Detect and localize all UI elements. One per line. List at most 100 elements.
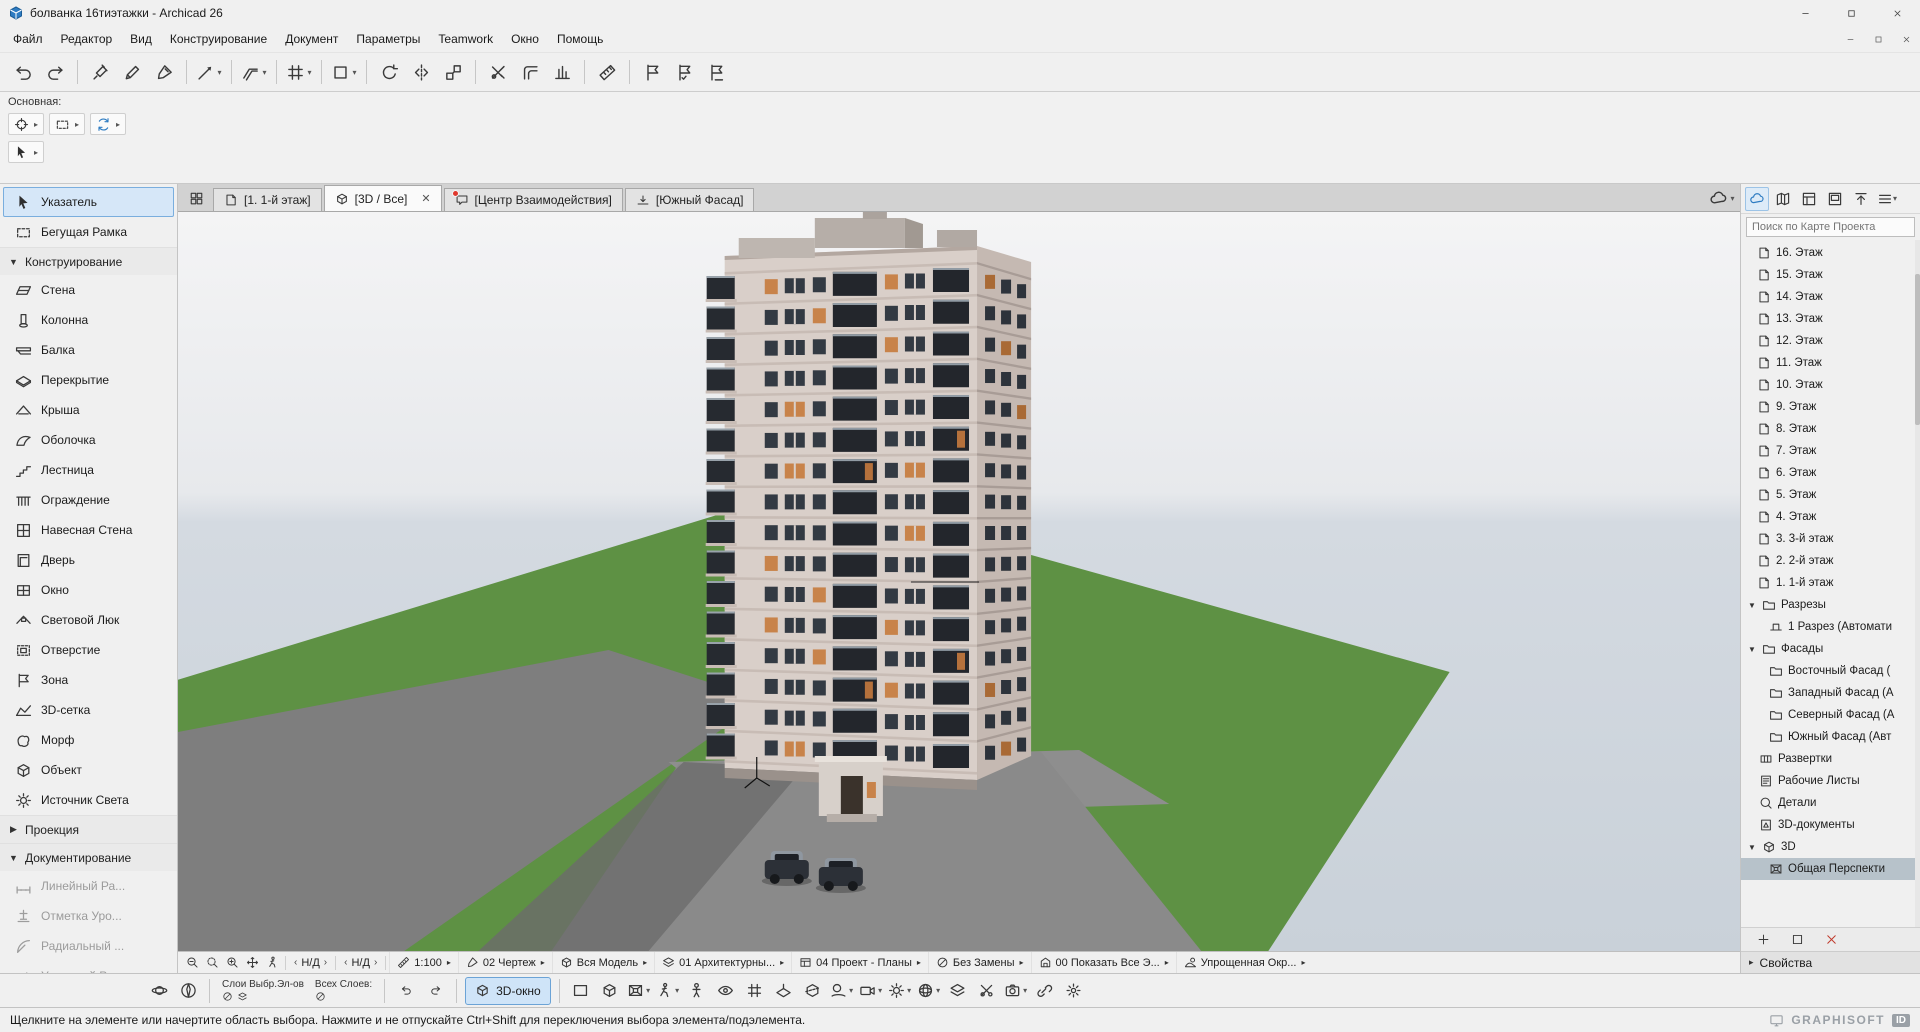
document-minimize-button[interactable]: [1836, 26, 1864, 52]
toolbar-measure-button[interactable]: [592, 57, 622, 87]
navigator-item-14[interactable]: 3. 3-й этаж: [1741, 528, 1920, 550]
view-walk-button[interactable]: ▾: [655, 977, 681, 1005]
next-button[interactable]: ›: [374, 957, 377, 968]
navigator-item-15[interactable]: 2. 2-й этаж: [1741, 550, 1920, 572]
toolbar-flag3-button[interactable]: [701, 57, 731, 87]
navigator-item-19[interactable]: ▼Фасады: [1741, 638, 1920, 660]
navigator-item-23[interactable]: Южный Фасад (Авт: [1741, 726, 1920, 748]
collapse-arrow-icon[interactable]: ▼: [1747, 601, 1757, 610]
infobox-sync-button[interactable]: ▸: [90, 113, 126, 135]
view-cut3d-button[interactable]: [800, 977, 826, 1005]
menu-item-1[interactable]: Файл: [4, 28, 52, 50]
sololayer-button[interactable]: [237, 991, 248, 1002]
quick-zoomin-button[interactable]: [222, 954, 242, 972]
toolbar-intersect-button[interactable]: [515, 57, 545, 87]
tool-slab-button[interactable]: Перекрытие: [3, 365, 174, 395]
navigator-item-16[interactable]: 1. 1-й этаж: [1741, 572, 1920, 594]
menu-item-8[interactable]: Окно: [502, 28, 548, 50]
tool-light-button[interactable]: Источник Света: [3, 785, 174, 815]
quick-option-8[interactable]: Упрощенная Окр...▸: [1176, 952, 1313, 973]
tab-3[interactable]: [Центр Взаимодействия]: [444, 188, 623, 211]
navigator-item-28[interactable]: ▼3D: [1741, 836, 1920, 858]
tool-column-button[interactable]: Колонна: [3, 305, 174, 335]
tool-curtain-button[interactable]: Навесная Стена: [3, 515, 174, 545]
view-plane-button[interactable]: [771, 977, 797, 1005]
tool-zone-button[interactable]: Зона: [3, 665, 174, 695]
toolbar-boxsel-button[interactable]: ▾: [329, 57, 359, 87]
scrollbar-thumb[interactable]: [1915, 274, 1920, 425]
hidelayer-button[interactable]: [315, 991, 326, 1002]
document-close-button[interactable]: [1892, 26, 1920, 52]
menu-item-7[interactable]: Teamwork: [429, 28, 502, 50]
quick-option-1[interactable]: 1:100▸: [389, 952, 458, 973]
menu-item-9[interactable]: Помощь: [548, 28, 612, 50]
next-button[interactable]: ›: [324, 957, 327, 968]
tool-morph-button[interactable]: Морф: [3, 725, 174, 755]
tab-4[interactable]: [Южный Фасад]: [625, 188, 755, 211]
tool-wall-button[interactable]: Стена: [3, 275, 174, 305]
quick-walkq-button[interactable]: [262, 954, 282, 972]
toolbar-undo-button[interactable]: [8, 57, 38, 87]
tool-dimrad-button[interactable]: Радиальный ...: [3, 931, 174, 961]
prev-button[interactable]: ‹: [294, 957, 297, 968]
view-orbit-button[interactable]: [146, 977, 172, 1005]
navigator-item-29[interactable]: Общая Перспекти: [1741, 858, 1920, 880]
navigator-item-20[interactable]: Восточный Фасад (: [1741, 660, 1920, 682]
navigator-search-input[interactable]: [1746, 217, 1915, 237]
toolbar-flag2-button[interactable]: [669, 57, 699, 87]
navigator-scrollbar[interactable]: [1915, 240, 1920, 927]
tool-railing-button[interactable]: Ограждение: [3, 485, 174, 515]
navigator-layoutbook-button[interactable]: [1823, 187, 1847, 211]
tool-marquee-button[interactable]: Бегущая Рамка: [3, 217, 174, 247]
tool-mesh-button[interactable]: 3D-сетка: [3, 695, 174, 725]
tab-1[interactable]: [1. 1-й этаж]: [213, 188, 322, 211]
view-sphere-button[interactable]: ▾: [916, 977, 942, 1005]
view-gridtool-button[interactable]: [742, 977, 768, 1005]
current-tool-display[interactable]: ▸: [8, 141, 44, 163]
tool-dimlin-button[interactable]: Линейный Ра...: [3, 871, 174, 901]
view-person-button[interactable]: [684, 977, 710, 1005]
navigator-item-5[interactable]: 12. Этаж: [1741, 330, 1920, 352]
prev-button[interactable]: ‹: [344, 957, 347, 968]
quick-option-2[interactable]: 02 Чертеж▸: [458, 952, 552, 973]
view-frame-button[interactable]: [568, 977, 594, 1005]
tool-skylight-button[interactable]: Световой Люк: [3, 605, 174, 635]
toolbar-rotate-button[interactable]: [374, 57, 404, 87]
collapse-arrow-icon[interactable]: ▼: [1747, 843, 1757, 852]
toolbox-section-22[interactable]: ▶Проекция: [0, 815, 177, 843]
collapse-arrow-icon[interactable]: ▼: [1747, 645, 1757, 654]
tool-object-button[interactable]: Объект: [3, 755, 174, 785]
infobox-marquee-button[interactable]: ▸: [49, 113, 85, 135]
document-restore-button[interactable]: [1864, 26, 1892, 52]
navigator-menu-button[interactable]: ▾: [1875, 187, 1899, 211]
toolbar-redo-button[interactable]: [40, 57, 70, 87]
3d-scene[interactable]: [178, 212, 1740, 951]
view-explore-button[interactable]: [175, 977, 201, 1005]
quick-option-5[interactable]: 04 Проект - Планы▸: [791, 952, 928, 973]
tool-dimlevel-button[interactable]: Отметка Уро...: [3, 901, 174, 931]
toolbar-split-button[interactable]: [483, 57, 513, 87]
tool-roof-button[interactable]: Крыша: [3, 395, 174, 425]
toolbar-offset-button[interactable]: ▾: [239, 57, 269, 87]
navigator-item-12[interactable]: 5. Этаж: [1741, 484, 1920, 506]
quick-option-7[interactable]: 00 Показать Все Э...▸: [1031, 952, 1176, 973]
maximize-button[interactable]: [1828, 0, 1874, 26]
tool-door-button[interactable]: Дверь: [3, 545, 174, 575]
tool-dimang-button[interactable]: Условный Разм: [3, 961, 174, 973]
navigator-item-9[interactable]: 8. Этаж: [1741, 418, 1920, 440]
toolbar-pen-button[interactable]: [149, 57, 179, 87]
menu-item-6[interactable]: Параметры: [347, 28, 429, 50]
view-undosm-button[interactable]: [393, 977, 419, 1005]
navigator-item-17[interactable]: ▼Разрезы: [1741, 594, 1920, 616]
toolbar-syringe-button[interactable]: [85, 57, 115, 87]
toolbox-section-3[interactable]: ▼Конструирование: [0, 247, 177, 275]
navigator-item-26[interactable]: Детали: [1741, 792, 1920, 814]
view-clipsc-button[interactable]: [974, 977, 1000, 1005]
navigator-item-8[interactable]: 9. Этаж: [1741, 396, 1920, 418]
toolbar-mirror-button[interactable]: [406, 57, 436, 87]
view-link-button[interactable]: [1032, 977, 1058, 1005]
view-capture-button[interactable]: ▾: [1003, 977, 1029, 1005]
tool-opening-button[interactable]: Отверстие: [3, 635, 174, 665]
tab-2[interactable]: [3D / Все]✕: [324, 185, 442, 211]
navigator-item-3[interactable]: 14. Этаж: [1741, 286, 1920, 308]
